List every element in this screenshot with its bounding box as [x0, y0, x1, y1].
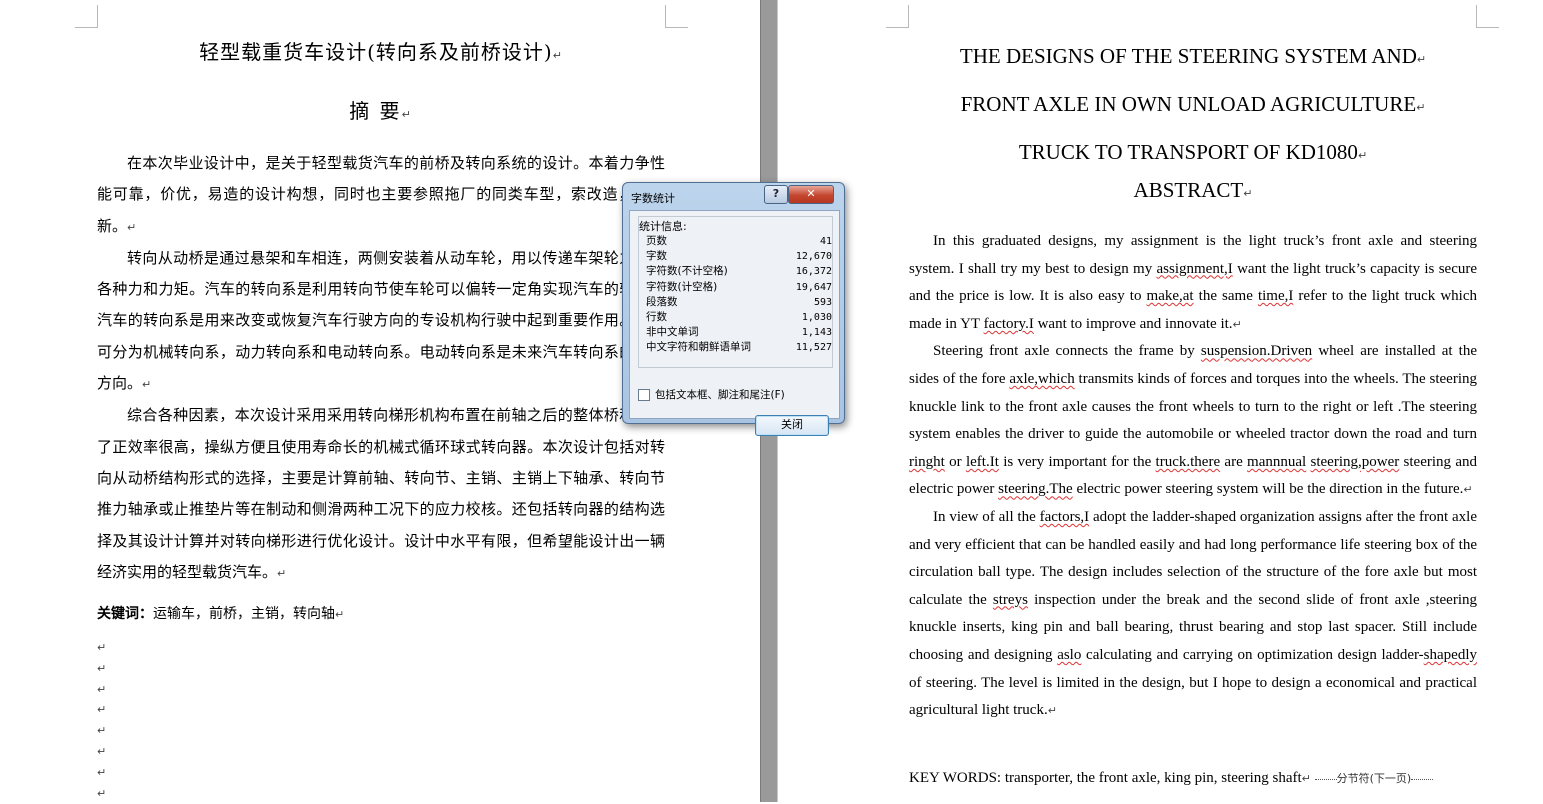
abstract-heading-chinese[interactable]: 摘 要↵ — [96, 95, 666, 124]
document-title-english[interactable]: THE DESIGNS OF THE STEERING SYSTEM AND↵ … — [908, 34, 1478, 178]
stat-value: 41 — [819, 236, 832, 247]
stat-label: 字符数(计空格) — [646, 280, 718, 293]
stat-row: 段落数 593 — [646, 295, 832, 310]
keywords-line-chinese[interactable]: 关键词：运输车，前桥，主销，转向轴↵ — [97, 603, 344, 623]
page-corner-mark — [886, 5, 909, 28]
stat-value: 12,670 — [795, 251, 832, 263]
document-title-chinese[interactable]: 轻型载重货车设计(转向系及前桥设计)↵ — [96, 36, 666, 65]
paragraph[interactable]: Steering front axle connects the frame b… — [909, 338, 1477, 504]
word-count-dialog[interactable]: 字数统计 ? ✕ 统计信息: 页数 41 字数 12,670 字符数(不计空格) 16… — [622, 182, 845, 436]
abstract-heading-english[interactable]: ABSTRACT↵ — [908, 178, 1478, 203]
abstract-body-english[interactable]: In this graduated designs, my assignment… — [909, 228, 1477, 725]
stat-label: 字符数(不计空格) — [646, 265, 728, 278]
page-corner-mark — [1476, 5, 1499, 28]
stat-row: 字符数(不计空格) 16,372 — [646, 264, 832, 279]
dialog-body: 统计信息: 页数 41 字数 12,670 字符数(不计空格) 16,372 字符数(… — [629, 210, 840, 436]
page-corner-mark — [75, 5, 98, 28]
stat-row: 中文字符和朝鲜语单词 11,527 — [646, 340, 832, 355]
paragraph[interactable]: 综合各种因素，本次设计采用采用转向梯形机构布置在前轴之后的整体桥和采用了正效率很… — [97, 400, 665, 589]
stat-row: 字符数(计空格) 19,647 — [646, 280, 832, 295]
stat-value: 1,143 — [801, 327, 832, 339]
page-corner-mark — [665, 5, 688, 28]
help-button[interactable]: ? — [764, 185, 788, 204]
stat-value: 593 — [813, 296, 832, 308]
dialog-title: 字数统计 — [631, 192, 675, 205]
stat-label: 页数 — [646, 235, 667, 247]
include-textboxes-label: 包括文本框、脚注和尾注(F) — [655, 389, 785, 401]
include-textboxes-checkbox[interactable] — [638, 388, 650, 401]
stat-row: 页数 41 — [646, 234, 832, 249]
stat-row: 行数 1,030 — [646, 310, 832, 325]
stat-label: 中文字符和朝鲜语单词 — [646, 341, 751, 354]
stat-label: 段落数 — [646, 295, 678, 308]
paragraph[interactable]: In this graduated designs, my assignment… — [909, 228, 1477, 338]
stat-value: 11,527 — [795, 342, 832, 354]
dialog-close-x-button[interactable]: ✕ — [788, 185, 834, 204]
stat-value: 19,647 — [795, 281, 832, 293]
include-textboxes-option[interactable]: 包括文本框、脚注和尾注(F) — [638, 387, 785, 402]
abstract-body-chinese[interactable]: 在本次毕业设计中，是关于轻型载货汽车的前桥及转向系统的设计。本着力争性能可靠，价… — [97, 148, 665, 589]
stats-heading: 统计信息: — [639, 220, 687, 233]
empty-paragraph-marks: ↵ ↵ ↵ ↵ ↵ ↵ ↵ ↵ — [97, 641, 107, 800]
paragraph[interactable]: 在本次毕业设计中，是关于轻型载货汽车的前桥及转向系统的设计。本着力争性能可靠，价… — [97, 148, 665, 243]
stat-row: 非中文单词 1,143 — [646, 325, 832, 340]
close-button[interactable]: 关闭 — [755, 415, 829, 436]
stat-value: 16,372 — [795, 266, 832, 278]
stat-label: 行数 — [646, 311, 667, 324]
stat-label: 非中文单词 — [646, 326, 699, 339]
stats-table: 页数 41 字数 12,670 字符数(不计空格) 16,372 字符数(计空格) 19… — [646, 234, 832, 356]
keywords-line-english[interactable]: KEY WORDS: transporter, the front axle, … — [909, 770, 1479, 787]
section-break-marker: 分节符(下一页) — [1314, 772, 1434, 785]
stat-row: 字数 12,670 — [646, 249, 832, 264]
stat-label: 字数 — [646, 250, 667, 263]
stat-value: 1,030 — [801, 312, 832, 324]
paragraph[interactable]: In view of all the factors,I adopt the l… — [909, 504, 1477, 725]
paragraph[interactable]: 转向从动桥是通过悬架和车相连，两侧安装着从动车轮，用以传递车架轮之间的各种力和力… — [97, 243, 665, 400]
